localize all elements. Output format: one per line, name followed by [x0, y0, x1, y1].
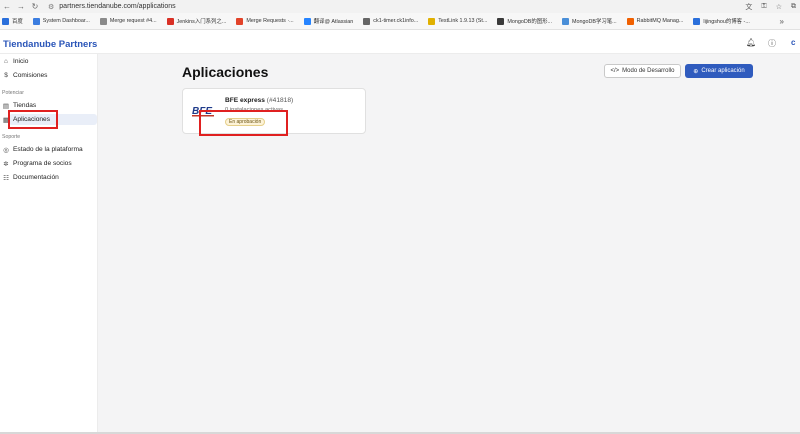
- avatar[interactable]: c: [791, 38, 795, 47]
- bookmark-item[interactable]: MongoDB学习笔...: [562, 13, 617, 30]
- bookmark-favicon-icon: [32, 17, 40, 25]
- bookmark-item[interactable]: ck1-timer.ck1info...: [363, 13, 418, 30]
- code-icon: </>: [610, 68, 620, 74]
- home-icon: ⌂: [4, 58, 8, 65]
- status-icon: ◎: [3, 146, 9, 154]
- dev-mode-button[interactable]: </> Modo de Desarrollo: [604, 64, 681, 78]
- bookmark-favicon-icon: [236, 17, 244, 25]
- back-icon[interactable]: ←: [0, 0, 14, 13]
- app-header: Tiendanube Partners 🔔︎ ⓘ c: [0, 30, 800, 54]
- create-app-button[interactable]: ⊕ Crear aplicación: [685, 64, 753, 78]
- bookmark-favicon-icon: [497, 17, 505, 25]
- bookmark-star-icon[interactable]: ☆: [776, 3, 782, 11]
- bookmark-item[interactable]: Merge Requests ·...: [236, 13, 294, 30]
- page-title: Aplicaciones: [182, 64, 269, 80]
- sidebar-item-programa[interactable]: ✲ Programa de socios: [2, 158, 71, 169]
- browser-address-bar: ← → ↻ ⚙ partners.tiendanube.com/applicat…: [0, 0, 800, 13]
- url-input[interactable]: ⚙ partners.tiendanube.com/applications: [48, 1, 688, 12]
- plus-circle-icon: ⊕: [693, 68, 699, 75]
- help-icon[interactable]: ⓘ: [768, 38, 776, 49]
- bell-icon[interactable]: 🔔︎: [746, 38, 756, 47]
- bookmark-item[interactable]: Jenkins入门系列之...: [166, 13, 226, 30]
- bookmark-favicon-icon: [303, 17, 311, 25]
- bookmark-item[interactable]: lijingshou的博客 -...: [693, 13, 750, 30]
- store-icon: ▤: [2, 102, 10, 110]
- forward-icon[interactable]: →: [14, 0, 28, 13]
- bookmark-favicon-icon: [562, 17, 570, 25]
- bookmark-favicon-icon: [363, 17, 371, 25]
- bookmark-favicon-icon: [626, 17, 634, 25]
- annotation-box-status: [199, 110, 288, 136]
- bookmark-favicon-icon: [99, 17, 107, 25]
- site-info-icon[interactable]: ⚙: [48, 3, 54, 11]
- url-text: partners.tiendanube.com/applications: [59, 3, 176, 10]
- bookmark-item[interactable]: System Dashboar...: [32, 13, 90, 30]
- sidebar-item-comisiones[interactable]: $ Comisiones: [2, 70, 47, 81]
- bookmark-item[interactable]: 翻译@ Atlassian: [303, 13, 353, 30]
- reload-icon[interactable]: ↻: [28, 0, 42, 13]
- sidebar-item-documentacion[interactable]: ☷ Documentación: [2, 172, 59, 183]
- partners-icon: ✲: [3, 160, 9, 168]
- dollar-icon: $: [4, 72, 8, 79]
- sidebar-section-soporte: Soporte: [2, 134, 21, 140]
- annotation-box-sidebar: [8, 110, 58, 129]
- sidebar-section-potenciar: Potenciar: [2, 90, 24, 96]
- translate-icon[interactable]: 文: [745, 2, 752, 12]
- app-id: (#41818): [266, 97, 294, 104]
- app-name[interactable]: BFE express (#41818): [225, 97, 293, 104]
- sidebar-item-estado[interactable]: ◎ Estado de la plataforma: [2, 144, 83, 155]
- docs-icon: ☷: [3, 174, 9, 182]
- sidebar-item-inicio[interactable]: ⌂ Inicio: [2, 56, 28, 67]
- bookmark-item[interactable]: TestLink 1.9.13 (St...: [428, 13, 487, 30]
- bookmark-item[interactable]: RabbitMQ Manag...: [626, 13, 683, 30]
- bookmarks-overflow-icon[interactable]: »: [780, 13, 784, 30]
- bookmark-favicon-icon: [166, 17, 174, 25]
- brand-title[interactable]: Tiendanube Partners: [3, 39, 97, 50]
- bookmark-item[interactable]: MongoDB的图形...: [497, 13, 552, 30]
- bookmark-favicon-icon: [2, 17, 9, 25]
- bookmark-item[interactable]: Merge request #4...: [99, 13, 157, 30]
- bookmark-item[interactable]: 百度: [2, 13, 23, 30]
- bookmark-favicon-icon: [693, 17, 701, 25]
- bookmark-favicon-icon: [428, 17, 436, 25]
- extensions-icon[interactable]: ⧉: [791, 3, 796, 11]
- bookmarks-bar: 百度 System Dashboar... Merge request #4..…: [0, 13, 800, 30]
- password-key-icon[interactable]: ⚿: [761, 3, 766, 11]
